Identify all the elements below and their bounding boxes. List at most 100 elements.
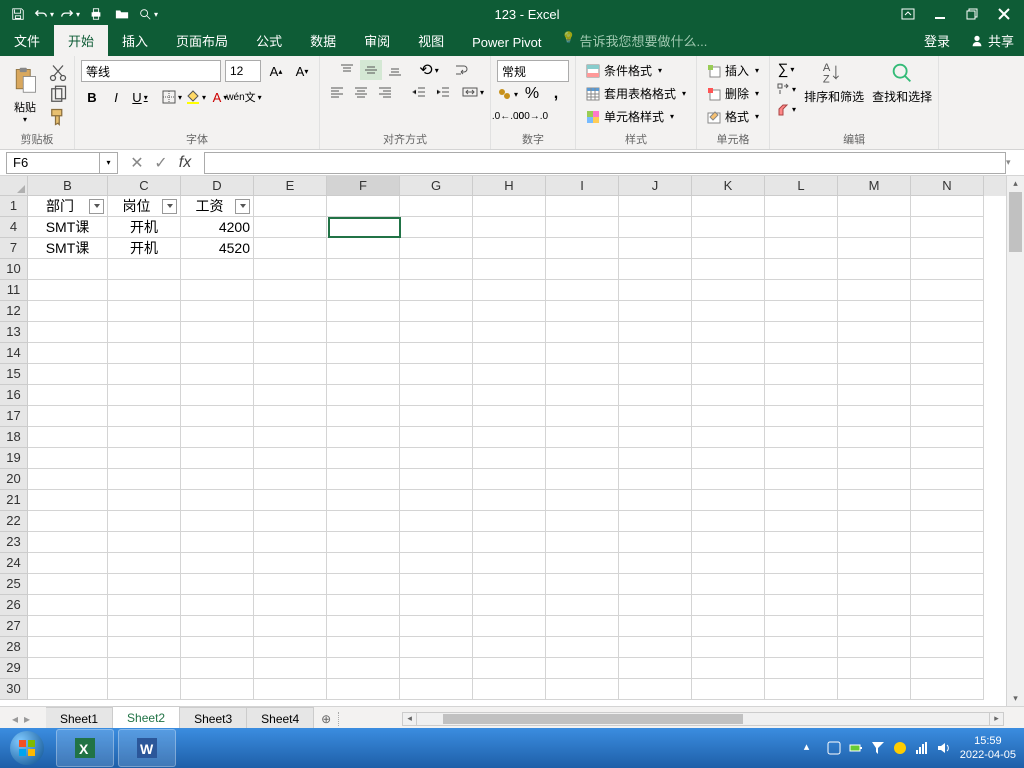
cell[interactable]: [765, 616, 838, 637]
cell[interactable]: [765, 343, 838, 364]
cell[interactable]: [400, 616, 473, 637]
cell[interactable]: [28, 301, 108, 322]
enter-formula-icon[interactable]: ✓: [150, 153, 172, 173]
cell[interactable]: [400, 595, 473, 616]
cell[interactable]: [254, 595, 327, 616]
row-header[interactable]: 1: [0, 196, 28, 217]
cell[interactable]: 4200: [181, 217, 254, 238]
cell[interactable]: [911, 469, 984, 490]
cell[interactable]: [911, 679, 984, 700]
cell[interactable]: [473, 658, 546, 679]
col-header-j[interactable]: J: [619, 176, 692, 196]
currency-icon[interactable]: ▾: [497, 84, 519, 104]
row-header[interactable]: 29: [0, 658, 28, 679]
align-right-icon[interactable]: [374, 82, 396, 102]
cell[interactable]: [765, 532, 838, 553]
cell[interactable]: [619, 637, 692, 658]
cell[interactable]: [254, 343, 327, 364]
clear-icon[interactable]: ▾: [776, 100, 796, 118]
cell[interactable]: [838, 322, 911, 343]
cell[interactable]: [911, 364, 984, 385]
format-painter-icon[interactable]: [48, 108, 68, 126]
cell[interactable]: [765, 553, 838, 574]
cell[interactable]: [619, 448, 692, 469]
cell[interactable]: [838, 238, 911, 259]
new-sheet-button[interactable]: ⊕: [314, 712, 338, 726]
cell[interactable]: [400, 553, 473, 574]
cell[interactable]: [692, 217, 765, 238]
cell[interactable]: [254, 238, 327, 259]
align-top-icon[interactable]: [336, 60, 358, 80]
cell[interactable]: [28, 637, 108, 658]
cell[interactable]: [108, 280, 181, 301]
row-header[interactable]: 18: [0, 427, 28, 448]
cell[interactable]: [254, 259, 327, 280]
row-header[interactable]: 23: [0, 532, 28, 553]
cell[interactable]: [838, 490, 911, 511]
cell[interactable]: [765, 469, 838, 490]
cell[interactable]: [108, 553, 181, 574]
cell[interactable]: [765, 217, 838, 238]
cell[interactable]: [473, 490, 546, 511]
cell[interactable]: [28, 574, 108, 595]
cell[interactable]: [838, 574, 911, 595]
cell[interactable]: [765, 574, 838, 595]
cell[interactable]: [838, 385, 911, 406]
filter-dropdown[interactable]: [162, 199, 177, 214]
cell[interactable]: [546, 469, 619, 490]
cell[interactable]: [473, 553, 546, 574]
row-header[interactable]: 16: [0, 385, 28, 406]
cell[interactable]: [619, 469, 692, 490]
cell[interactable]: [181, 406, 254, 427]
cell[interactable]: [181, 553, 254, 574]
row-header[interactable]: 19: [0, 448, 28, 469]
cell[interactable]: [400, 511, 473, 532]
cell[interactable]: [108, 679, 181, 700]
cell[interactable]: [108, 259, 181, 280]
cell[interactable]: [838, 406, 911, 427]
align-left-icon[interactable]: [326, 82, 348, 102]
cell[interactable]: [181, 385, 254, 406]
fill-color-button[interactable]: ▾: [185, 86, 207, 108]
tab-review[interactable]: 审阅: [350, 25, 404, 56]
grow-font-icon[interactable]: A▴: [265, 60, 287, 82]
cell[interactable]: [28, 385, 108, 406]
cell[interactable]: [473, 280, 546, 301]
fill-icon[interactable]: ▾: [776, 80, 796, 98]
cell[interactable]: [838, 532, 911, 553]
cell[interactable]: [400, 448, 473, 469]
cell[interactable]: [473, 406, 546, 427]
cell[interactable]: [254, 427, 327, 448]
font-name-combo[interactable]: [81, 60, 221, 82]
tab-home[interactable]: 开始: [54, 25, 108, 56]
cell[interactable]: [400, 658, 473, 679]
row-header[interactable]: 12: [0, 301, 28, 322]
cell[interactable]: [400, 427, 473, 448]
row-header[interactable]: 22: [0, 511, 28, 532]
cell[interactable]: [546, 511, 619, 532]
cell[interactable]: [181, 490, 254, 511]
cell[interactable]: [838, 364, 911, 385]
cell[interactable]: [254, 469, 327, 490]
cell[interactable]: [911, 553, 984, 574]
cell[interactable]: [546, 616, 619, 637]
tray-network-icon[interactable]: [914, 740, 930, 756]
formula-input[interactable]: [204, 152, 1006, 174]
sheet-nav-prev[interactable]: ◂: [12, 712, 22, 726]
cell[interactable]: [108, 322, 181, 343]
cell[interactable]: [619, 595, 692, 616]
tell-me-search[interactable]: 告诉我您想要做什么...: [556, 25, 722, 56]
cell[interactable]: [181, 574, 254, 595]
cell[interactable]: [254, 280, 327, 301]
cell[interactable]: [473, 616, 546, 637]
cell[interactable]: [619, 259, 692, 280]
cell[interactable]: [473, 385, 546, 406]
cell[interactable]: [28, 448, 108, 469]
cell[interactable]: [838, 301, 911, 322]
cell[interactable]: [838, 658, 911, 679]
cell[interactable]: [838, 217, 911, 238]
cell[interactable]: [108, 637, 181, 658]
phonetic-button[interactable]: wén文▾: [233, 86, 255, 108]
cell[interactable]: [692, 385, 765, 406]
cell[interactable]: [838, 448, 911, 469]
